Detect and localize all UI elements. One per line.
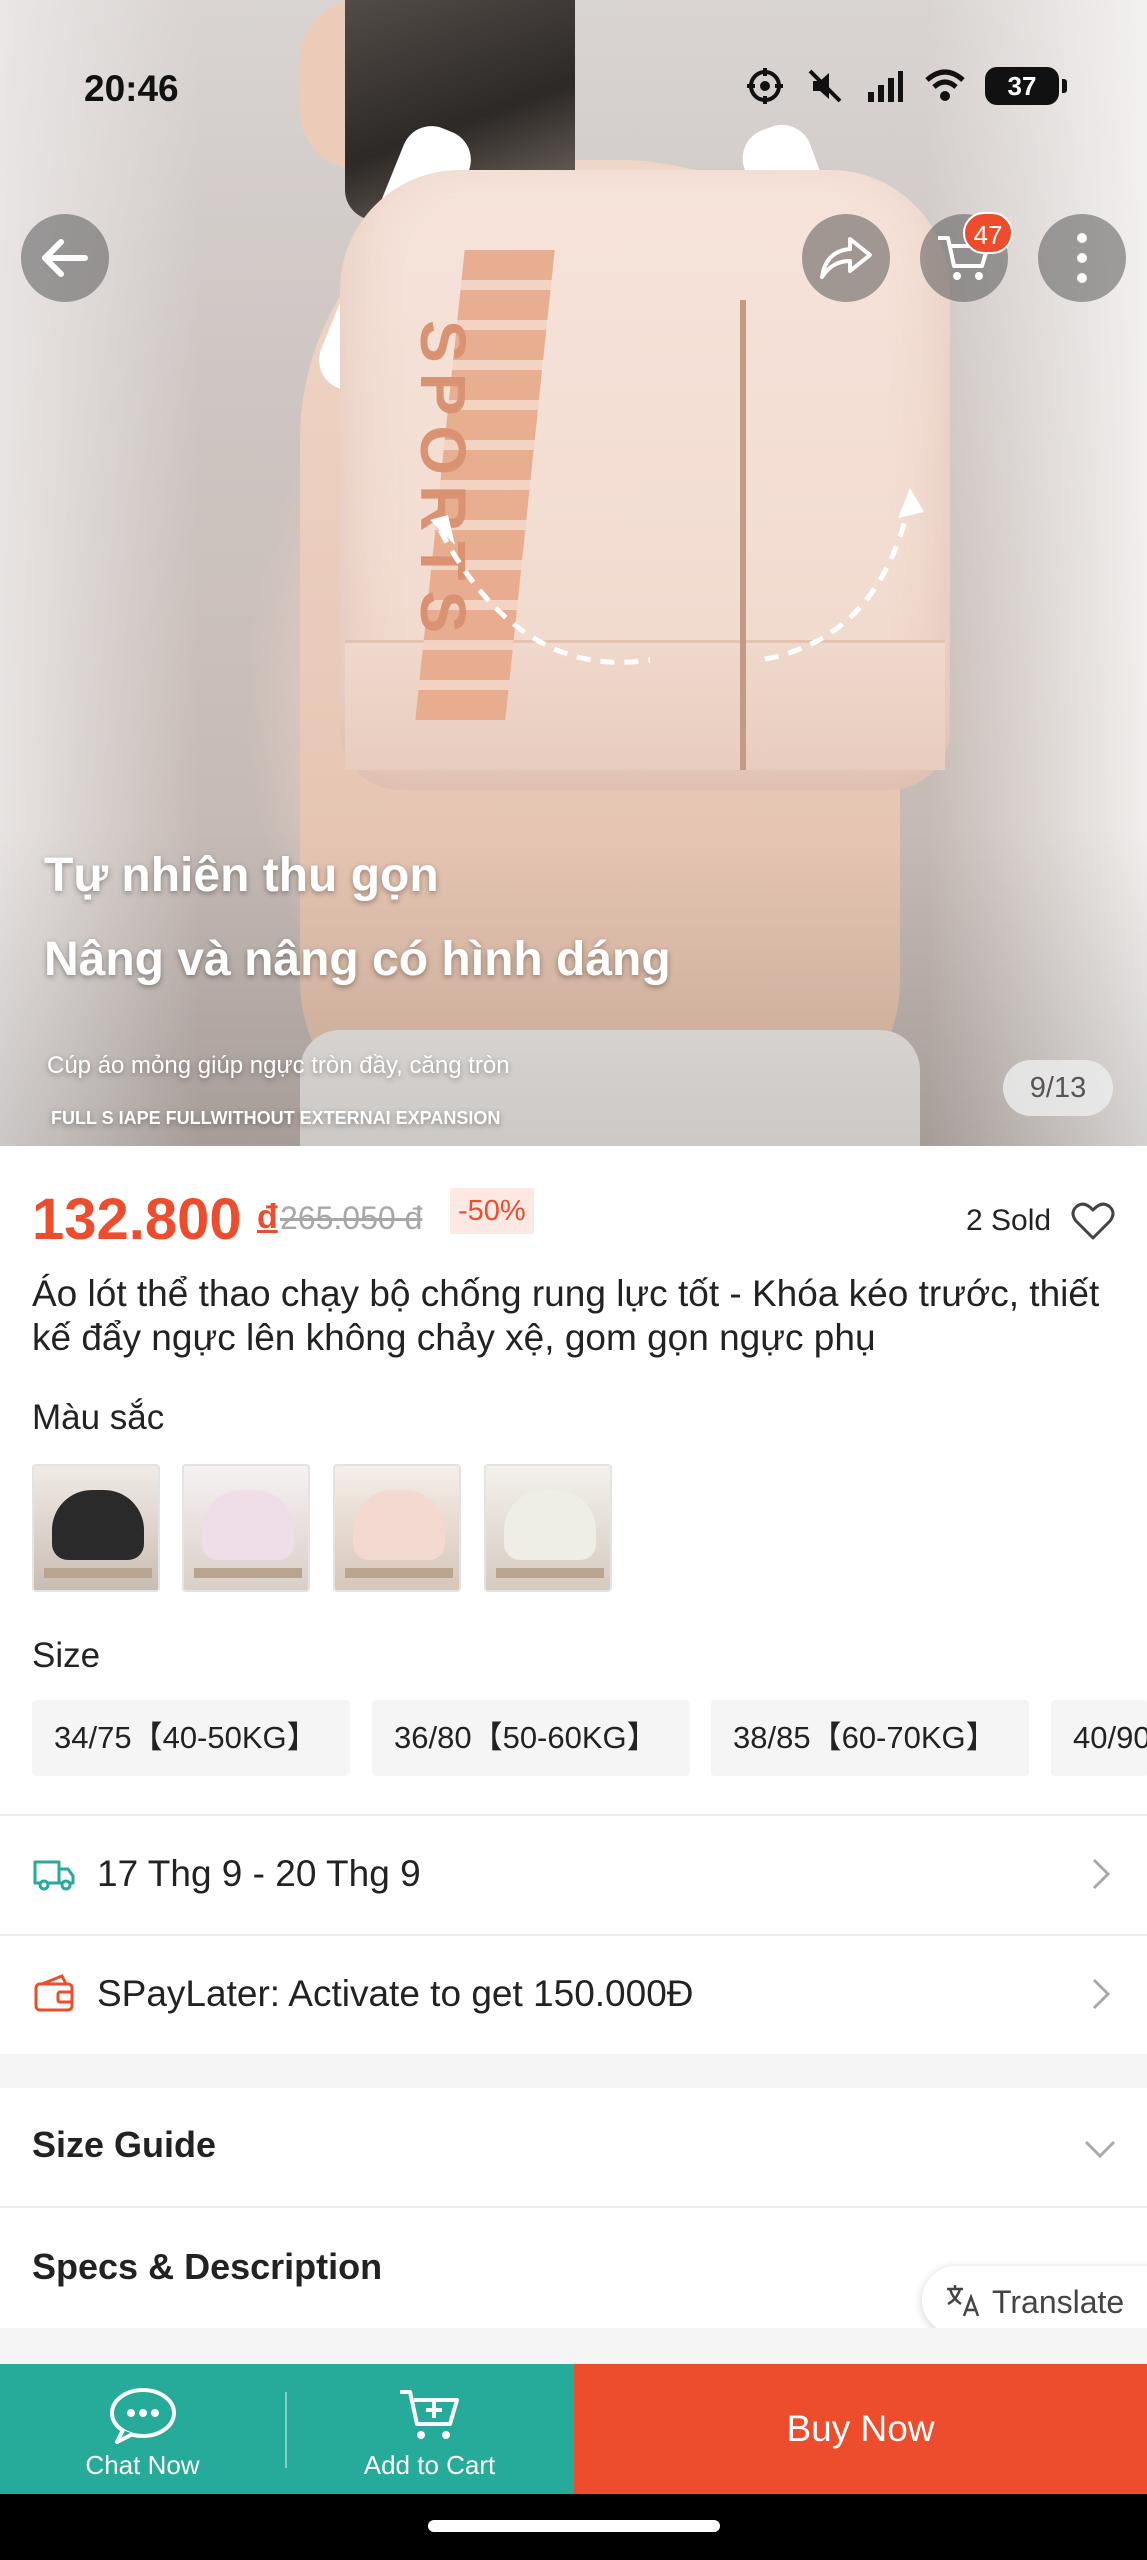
status-icons: 37 bbox=[745, 66, 1067, 106]
translate-label: Translate bbox=[992, 2284, 1125, 2320]
sold-count: 2 Sold bbox=[966, 1204, 1052, 1237]
image-caption-4: FULL S IAPE FULLWITHOUT EXTERNAI EXPANSI… bbox=[51, 1108, 501, 1128]
original-price: 265.050 đ bbox=[280, 1200, 423, 1236]
add-to-cart-icon bbox=[400, 2390, 459, 2439]
color-label: Màu sắc bbox=[32, 1398, 165, 1437]
bottom-action-bar: Chat Now Add to Cart Buy Now bbox=[0, 2364, 1147, 2494]
add-to-cart-label: Add to Cart bbox=[363, 2450, 496, 2480]
buy-now-button[interactable]: Buy Now bbox=[574, 2364, 1147, 2494]
chevron-right-icon bbox=[1092, 1858, 1111, 1890]
shipping-row[interactable]: 17 Thg 9 - 20 Thg 9 bbox=[0, 1816, 1147, 1932]
cart-count-badge: 47 bbox=[963, 212, 1013, 254]
size-option[interactable]: 38/85【60-70KG】 bbox=[711, 1700, 1029, 1776]
status-time: 20:46 bbox=[84, 68, 179, 109]
section-gap bbox=[0, 2328, 1147, 2364]
price-currency: đ bbox=[257, 1198, 278, 1236]
signal-icon bbox=[868, 71, 903, 102]
chat-icon bbox=[110, 2388, 176, 2444]
size-guide-toggle[interactable]: Size Guide bbox=[32, 2124, 216, 2166]
size-label: Size bbox=[32, 1636, 101, 1675]
spaylater-row[interactable]: SPayLater: Activate to get 150.000Đ bbox=[0, 1936, 1147, 2052]
translate-button[interactable]: Translate bbox=[922, 2266, 1147, 2334]
spaylater-text: SPayLater: Activate to get 150.000Đ bbox=[97, 1973, 694, 2014]
heart-icon[interactable] bbox=[1070, 1200, 1116, 1242]
color-swatch-pink-orange[interactable] bbox=[333, 1464, 461, 1592]
back-arrow-icon bbox=[42, 239, 88, 277]
product-price: 132.800 bbox=[32, 1187, 242, 1252]
more-icon bbox=[1077, 233, 1087, 283]
size-option[interactable]: 34/75【40-50KG】 bbox=[32, 1700, 350, 1776]
image-caption-2: Nâng và nâng có hình dáng bbox=[44, 933, 671, 986]
more-button[interactable] bbox=[1038, 214, 1126, 302]
home-indicator[interactable] bbox=[428, 2520, 720, 2532]
share-button[interactable] bbox=[802, 214, 890, 302]
wallet-icon bbox=[34, 1974, 74, 2012]
wifi-icon bbox=[925, 69, 965, 101]
chevron-down-icon[interactable] bbox=[1080, 2134, 1120, 2162]
chat-now-label: Chat Now bbox=[85, 2450, 200, 2480]
size-option[interactable]: 40/90 bbox=[1051, 1700, 1147, 1776]
color-swatch-pink-purple[interactable] bbox=[182, 1464, 310, 1592]
color-swatch-white-green[interactable] bbox=[484, 1464, 612, 1592]
size-option[interactable]: 36/80【50-60KG】 bbox=[372, 1700, 690, 1776]
color-swatch-black[interactable] bbox=[32, 1464, 160, 1592]
add-to-cart-button[interactable]: Add to Cart bbox=[287, 2364, 572, 2494]
translate-icon bbox=[947, 2285, 980, 2317]
chevron-right-icon bbox=[1092, 1978, 1111, 2010]
divider bbox=[0, 2206, 1147, 2208]
specs-description-toggle[interactable]: Specs & Description bbox=[32, 2246, 382, 2288]
image-caption-1: Tự nhiên thu gọn bbox=[44, 849, 439, 902]
back-button[interactable] bbox=[21, 214, 109, 302]
product-title: Áo lót thể thao chạy bộ chống rung lực t… bbox=[32, 1273, 1100, 1358]
section-gap bbox=[0, 2054, 1147, 2088]
mute-icon bbox=[808, 69, 842, 103]
chat-now-button[interactable]: Chat Now bbox=[0, 2364, 285, 2494]
share-icon bbox=[820, 237, 872, 279]
shipping-date: 17 Thg 9 - 20 Thg 9 bbox=[97, 1853, 421, 1894]
discount-badge: -50% bbox=[450, 1188, 534, 1234]
image-counter: 9/13 bbox=[1003, 1060, 1113, 1116]
image-caption-3: Cúp áo mỏng giúp ngực tròn đầy, căng trò… bbox=[47, 1052, 510, 1079]
location-lock-icon bbox=[747, 68, 783, 104]
battery-icon: 37 bbox=[985, 67, 1067, 105]
truck-icon bbox=[33, 1860, 75, 1891]
